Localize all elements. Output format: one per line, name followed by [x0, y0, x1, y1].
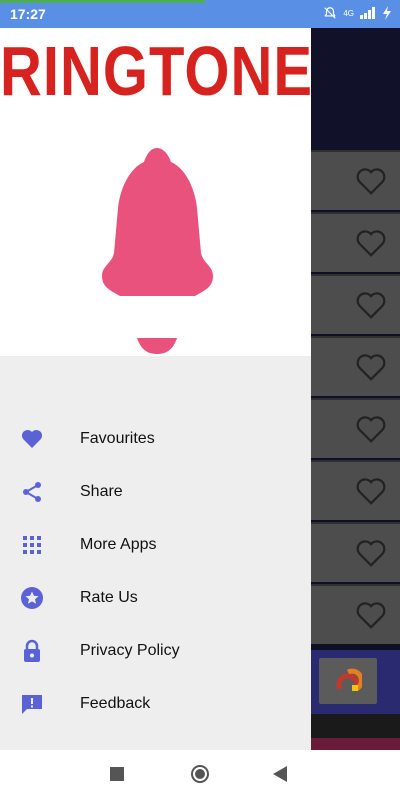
menu-item-feedback[interactable]: Feedback — [0, 678, 311, 730]
heart-outline-icon[interactable] — [354, 600, 388, 630]
heart-outline-icon[interactable] — [354, 476, 388, 506]
apps-grid-icon — [23, 536, 41, 554]
heart-outline-icon[interactable] — [354, 290, 388, 320]
status-bar: 17:27 4G — [0, 0, 400, 28]
status-time: 17:27 — [10, 6, 46, 22]
home-button[interactable] — [190, 764, 210, 784]
menu-item-rate-us[interactable]: Rate Us — [0, 572, 311, 624]
feedback-icon — [22, 695, 42, 714]
status-progress-line — [0, 0, 205, 3]
background-ringtone-list — [311, 28, 400, 750]
back-button[interactable] — [273, 766, 287, 782]
system-navigation-bar — [0, 750, 400, 800]
battery-charging-icon — [383, 6, 391, 20]
menu-label: Feedback — [80, 695, 151, 712]
lock-icon — [24, 639, 40, 662]
menu-item-share[interactable]: Share — [0, 466, 311, 518]
heart-outline-icon[interactable] — [354, 166, 388, 196]
menu-item-privacy-policy[interactable]: Privacy Policy — [0, 625, 311, 677]
status-icons: 4G — [323, 6, 392, 20]
menu-item-more-apps[interactable]: More Apps — [0, 519, 311, 571]
recents-button[interactable] — [110, 767, 124, 781]
navigation-drawer: RINGTONES Favourites Share More Apps Rat… — [0, 28, 311, 750]
menu-label: Share — [80, 483, 123, 500]
list-item[interactable] — [311, 584, 400, 644]
drawer-header: RINGTONES — [0, 28, 311, 356]
background-header — [311, 28, 400, 150]
ad-logo-icon — [336, 668, 362, 692]
heart-icon — [21, 429, 43, 448]
list-item[interactable] — [311, 460, 400, 520]
menu-label: More Apps — [80, 536, 157, 553]
drawer-title: RINGTONES — [0, 32, 311, 111]
heart-outline-icon[interactable] — [354, 538, 388, 568]
background-strip-accent — [311, 738, 400, 750]
signal-icon — [360, 7, 375, 19]
list-item[interactable] — [311, 150, 400, 210]
background-strip — [311, 714, 400, 738]
list-item[interactable] — [311, 398, 400, 458]
list-item[interactable] — [311, 274, 400, 334]
share-icon — [23, 482, 41, 502]
menu-label: Favourites — [80, 430, 155, 447]
heart-outline-icon[interactable] — [354, 352, 388, 382]
menu-label: Privacy Policy — [80, 642, 180, 659]
ad-banner[interactable] — [311, 650, 400, 714]
heart-outline-icon[interactable] — [354, 414, 388, 444]
heart-outline-icon[interactable] — [354, 228, 388, 258]
list-item[interactable] — [311, 522, 400, 582]
network-type: 4G — [343, 8, 354, 18]
star-circle-icon — [21, 587, 43, 609]
ad-logo[interactable] — [319, 658, 377, 704]
bell-icon — [102, 148, 213, 354]
list-item[interactable] — [311, 336, 400, 396]
mute-icon — [324, 7, 336, 19]
menu-item-favourites[interactable]: Favourites — [0, 413, 311, 465]
list-item[interactable] — [311, 212, 400, 272]
menu-label: Rate Us — [80, 589, 138, 606]
